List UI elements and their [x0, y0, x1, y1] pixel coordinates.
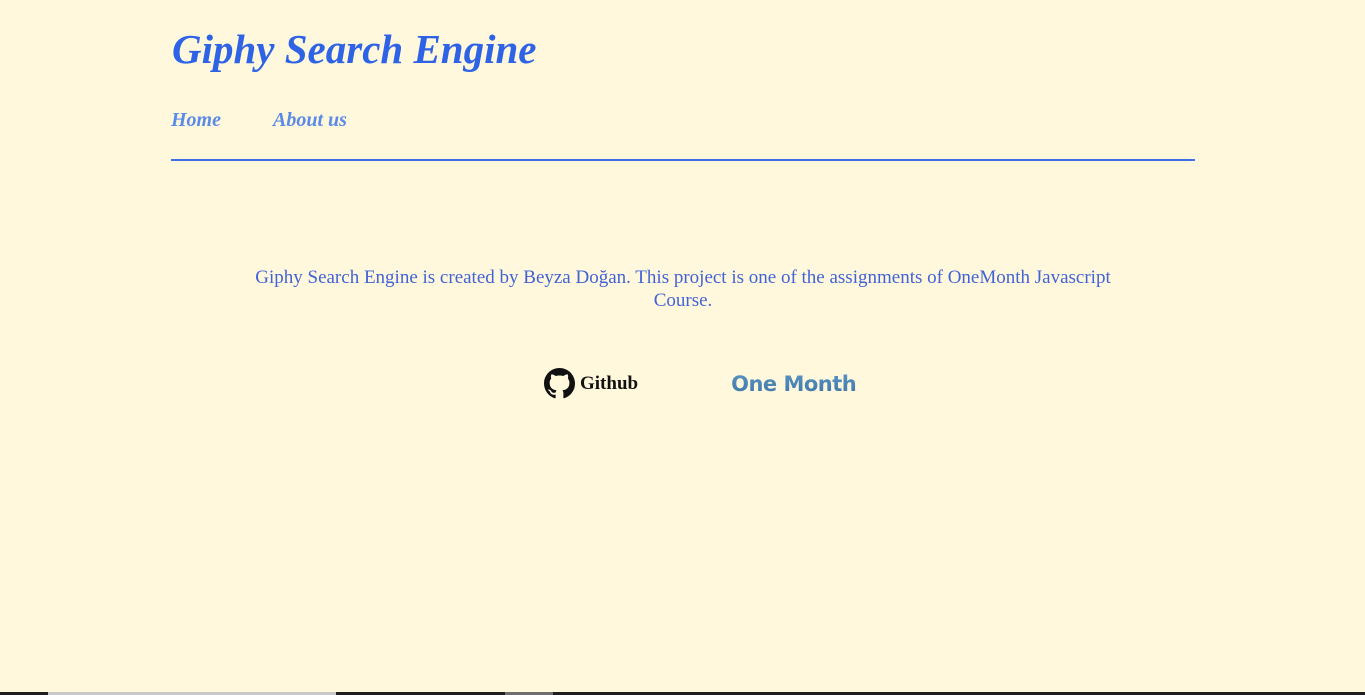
about-page: Giphy Search Engine Home About us Giphy … — [0, 0, 1365, 695]
main-nav: Home About us — [171, 108, 347, 132]
github-icon — [544, 368, 575, 399]
onemonth-link[interactable]: One Month — [731, 371, 857, 397]
external-links: Github One Month — [544, 368, 857, 399]
onemonth-logo: One Month — [731, 371, 857, 396]
github-link[interactable]: Github — [544, 368, 638, 399]
nav-about-link[interactable]: About us — [273, 108, 347, 132]
nav-home-link[interactable]: Home — [171, 108, 221, 132]
github-label: Github — [580, 372, 639, 394]
site-title: Giphy Search Engine — [172, 26, 537, 72]
about-description: Giphy Search Engine is created by Beyza … — [255, 267, 1111, 311]
header-divider — [171, 159, 1195, 161]
